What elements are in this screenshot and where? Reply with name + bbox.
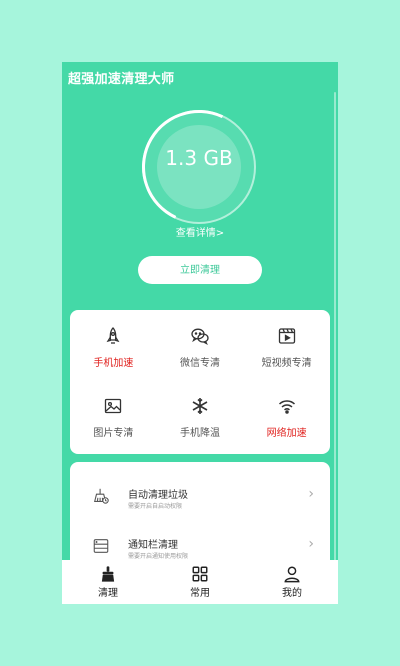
tab-clean[interactable]: 清理 [62,560,154,604]
tool-short-video-clean[interactable]: 短视频专清 [243,326,330,396]
list-item-subtitle: 需要开启自启动权限 [128,503,183,510]
tool-label: 手机降温 [179,428,220,439]
list-item-title: 自动清理垃圾 [128,490,188,501]
tab-label: 我的 [282,588,302,599]
broom-icon [94,488,109,504]
video-icon [278,328,295,344]
notification-icon [93,539,109,553]
tool-label: 图片专清 [93,428,134,439]
rocket-icon [106,327,120,344]
view-details-link[interactable]: 查看详情> [62,224,338,239]
tool-phone-cooldown[interactable]: 手机降温 [157,396,244,454]
tool-wechat-clean[interactable]: 微信专清 [157,326,244,396]
tool-phone-boost[interactable]: 手机加速 [70,326,157,396]
wechat-icon [191,328,209,346]
clean-now-button[interactable]: 立即清理 [138,256,262,284]
grid-icon [192,566,208,582]
chevron-right-icon: › [308,486,314,502]
scrollbar[interactable] [334,92,336,572]
image-icon [105,398,122,414]
tool-label: 微信专清 [179,358,220,369]
broom-icon [101,566,115,582]
tab-label: 清理 [98,588,118,599]
tab-common[interactable]: 常用 [154,560,246,604]
tool-label: 手机加速 [93,358,134,369]
tab-mine[interactable]: 我的 [246,560,338,604]
wifi-icon [278,400,295,414]
junk-size: 1.3 GB [165,146,233,170]
list-item-subtitle: 需要开启通知使用权限 [128,553,189,560]
tool-label: 短视频专清 [261,358,312,369]
chevron-right-icon: › [308,536,314,552]
user-icon [284,566,300,583]
tools-card: 手机加速 微信专清 短视频专清 图片专清 手机降温 网络加速 [70,310,330,454]
list-item-auto-clean[interactable]: 自动清理垃圾 需要开启自启动权限 › [70,472,330,522]
tool-label: 网络加速 [266,428,307,439]
tool-image-clean[interactable]: 图片专清 [70,396,157,454]
tool-network-boost[interactable]: 网络加速 [243,396,330,454]
list-item-title: 通知栏清理 [128,540,178,551]
app-screen: 超强加速清理大师 1.3 GB 查看详情> 立即清理 手机加速 微信专清 短视频… [62,62,338,604]
bottom-tab-bar: 清理 常用 我的 [62,560,338,604]
snowflake-icon [192,398,208,414]
app-title: 超强加速清理大师 [68,72,175,87]
tab-label: 常用 [190,588,210,599]
